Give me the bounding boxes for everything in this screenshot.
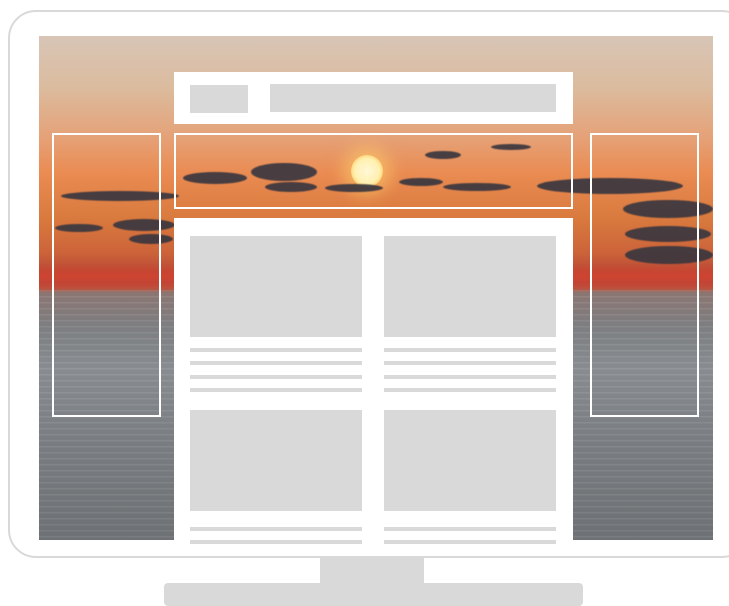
left-sidebar-outline: [52, 133, 161, 417]
content-panel: [174, 218, 573, 544]
text-placeholder-line: [384, 361, 556, 365]
header-bar: [174, 72, 573, 124]
monitor-stand-neck: [320, 558, 424, 584]
nav-placeholder: [270, 84, 556, 112]
monitor-stand-base: [164, 583, 583, 606]
text-placeholder-line: [384, 375, 556, 379]
hero-banner-outline: [174, 133, 573, 209]
text-placeholder-line: [190, 348, 362, 352]
content-image-placeholder: [384, 410, 556, 511]
text-placeholder-line: [190, 361, 362, 365]
content-image-placeholder: [384, 236, 556, 337]
text-placeholder-line: [384, 527, 556, 531]
text-placeholder-line: [190, 388, 362, 392]
content-image-placeholder: [190, 236, 362, 337]
right-sidebar-outline: [590, 133, 699, 417]
text-placeholder-line: [190, 540, 362, 544]
text-placeholder-line: [384, 348, 556, 352]
text-placeholder-line: [384, 388, 556, 392]
content-image-placeholder: [190, 410, 362, 511]
text-placeholder-line: [190, 527, 362, 531]
text-placeholder-line: [190, 375, 362, 379]
monitor-illustration: [0, 0, 729, 606]
logo-placeholder: [190, 85, 248, 113]
text-placeholder-line: [384, 540, 556, 544]
